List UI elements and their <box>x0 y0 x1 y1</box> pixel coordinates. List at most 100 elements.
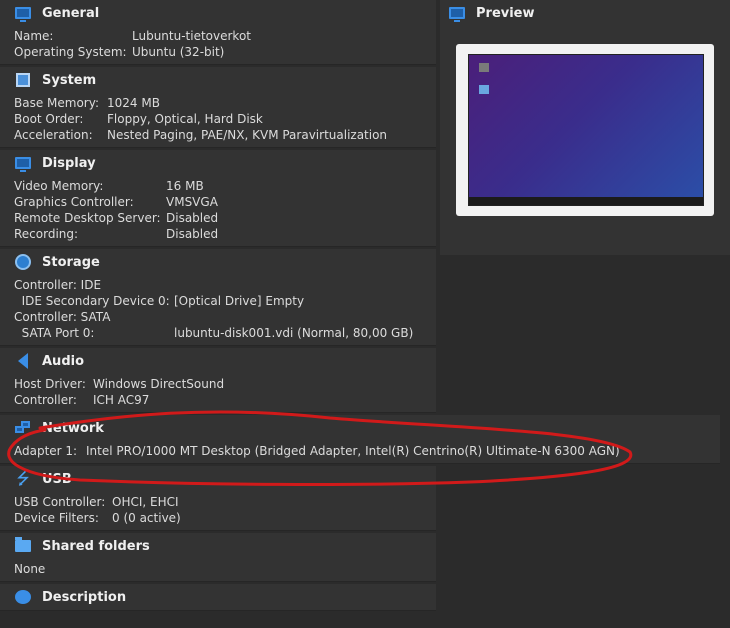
detail-value: VMSVGA <box>166 195 218 209</box>
detail-value: [Optical Drive] Empty <box>174 294 305 308</box>
detail-label: Operating System: <box>14 45 127 59</box>
detail-row: Device Filters: 0 (0 active) <box>14 510 436 526</box>
section-description-title: Description <box>42 589 127 605</box>
detail-value: 1024 MB <box>107 96 160 110</box>
section-usb-title: USB <box>42 471 72 487</box>
detail-value: Lubuntu-tietoverkot <box>132 29 252 43</box>
vm-preview-screen <box>468 54 704 206</box>
section-storage-header[interactable]: Storage <box>0 249 436 275</box>
detail-value: 16 MB <box>166 179 204 193</box>
section-description: Description <box>0 584 436 611</box>
section-general-title: General <box>42 5 100 21</box>
detail-row: Boot Order: Floppy, Optical, Hard Disk <box>14 111 436 127</box>
detail-label: Graphics Controller: <box>14 195 134 209</box>
vm-preview-frame[interactable] <box>456 44 714 216</box>
section-display-header[interactable]: Display <box>0 150 436 176</box>
detail-label: IDE Secondary Device 0: <box>14 294 170 308</box>
section-audio-title: Audio <box>42 353 85 369</box>
detail-value: ICH AC97 <box>93 393 150 407</box>
detail-row: Acceleration: Nested Paging, PAE/NX, KVM… <box>14 127 436 143</box>
detail-row: Video Memory: 16 MB <box>14 178 436 194</box>
section-general-header[interactable]: General <box>0 0 436 26</box>
section-audio: Audio Host Driver: Windows DirectSound C… <box>0 348 436 413</box>
usb-icon: ⭍ <box>16 469 30 488</box>
folder-icon <box>14 537 32 555</box>
detail-value: Windows DirectSound <box>93 377 225 391</box>
detail-label: Host Driver: <box>14 377 86 391</box>
section-preview-header[interactable]: Preview <box>440 0 730 26</box>
desktop-icon <box>479 63 489 72</box>
detail-row: IDE Secondary Device 0: [Optical Drive] … <box>14 293 436 309</box>
detail-label: Base Memory: <box>14 96 100 110</box>
detail-row: Graphics Controller: VMSVGA <box>14 194 436 210</box>
detail-label: Device Filters: <box>14 511 99 525</box>
detail-row: None <box>14 561 436 577</box>
detail-value: OHCI, EHCI <box>112 495 179 509</box>
detail-value: Disabled <box>166 211 219 225</box>
detail-row: Adapter 1: Intel PRO/1000 MT Desktop (Br… <box>14 443 720 459</box>
section-shared-folders: Shared folders None <box>0 533 436 582</box>
section-display-title: Display <box>42 155 96 171</box>
detail-value: Nested Paging, PAE/NX, KVM Paravirtualiz… <box>107 128 388 142</box>
section-preview-title: Preview <box>476 5 535 21</box>
section-system-header[interactable]: System <box>0 67 436 93</box>
detail-value: Disabled <box>166 227 219 241</box>
monitor-icon <box>14 4 32 22</box>
section-network-header[interactable]: Network <box>0 415 720 441</box>
monitor-icon <box>14 154 32 172</box>
detail-label: Controller: <box>14 393 77 407</box>
detail-label: Name: <box>14 29 54 43</box>
detail-label: USB Controller: <box>14 495 106 509</box>
section-usb: ⭍ USB USB Controller: OHCI, EHCI Device … <box>0 466 436 531</box>
detail-label: SATA Port 0: <box>14 326 95 340</box>
detail-label: Controller: SATA <box>14 310 111 324</box>
detail-label: Adapter 1: <box>14 444 78 458</box>
detail-row: USB Controller: OHCI, EHCI <box>14 494 436 510</box>
vm-taskbar <box>469 197 703 205</box>
section-system-title: System <box>42 72 97 88</box>
section-network-title: Network <box>42 420 104 436</box>
detail-label: Acceleration: <box>14 128 93 142</box>
section-network: Network Adapter 1: Intel PRO/1000 MT Des… <box>0 415 720 464</box>
detail-row: Controller: SATA <box>14 309 436 325</box>
detail-value: Ubuntu (32-bit) <box>132 45 225 59</box>
detail-value: 0 (0 active) <box>112 511 181 525</box>
detail-label: Remote Desktop Server: <box>14 211 161 225</box>
detail-value: Intel PRO/1000 MT Desktop (Bridged Adapt… <box>86 444 620 458</box>
section-audio-header[interactable]: Audio <box>0 348 436 374</box>
chip-icon <box>14 71 32 89</box>
section-storage: Storage Controller: IDE IDE Secondary De… <box>0 249 436 346</box>
section-shared-folders-title: Shared folders <box>42 538 150 554</box>
section-general: General Name: Lubuntu-tietoverkot Operat… <box>0 0 436 65</box>
section-usb-header[interactable]: ⭍ USB <box>0 466 436 492</box>
section-system: System Base Memory: 1024 MB Boot Order: … <box>0 67 436 148</box>
section-display: Display Video Memory: 16 MB Graphics Con… <box>0 150 436 247</box>
monitor-icon <box>448 4 466 22</box>
detail-row: Remote Desktop Server: Disabled <box>14 210 436 226</box>
section-preview: Preview <box>440 0 730 255</box>
detail-row: Operating System: Ubuntu (32-bit) <box>14 44 436 60</box>
section-storage-title: Storage <box>42 254 100 270</box>
detail-row: Name: Lubuntu-tietoverkot <box>14 28 436 44</box>
detail-value: Floppy, Optical, Hard Disk <box>107 112 263 126</box>
detail-label: Controller: IDE <box>14 278 102 292</box>
section-shared-folders-header[interactable]: Shared folders <box>0 533 436 559</box>
detail-row: Base Memory: 1024 MB <box>14 95 436 111</box>
network-icon <box>14 419 32 437</box>
detail-label: Video Memory: <box>14 179 104 193</box>
speech-bubble-icon <box>14 588 32 606</box>
detail-row: Controller: IDE <box>14 277 436 293</box>
detail-value: lubuntu-disk001.vdi (Normal, 80,00 GB) <box>174 326 414 340</box>
desktop-icon <box>479 85 489 94</box>
speaker-icon <box>14 352 32 370</box>
detail-label: Boot Order: <box>14 112 84 126</box>
disk-icon <box>14 253 32 271</box>
detail-row: Controller: ICH AC97 <box>14 392 436 408</box>
detail-row: SATA Port 0: lubuntu-disk001.vdi (Normal… <box>14 325 436 341</box>
detail-row: Recording: Disabled <box>14 226 436 242</box>
details-panel: General Name: Lubuntu-tietoverkot Operat… <box>0 0 720 613</box>
detail-label: None <box>14 562 46 576</box>
detail-row: Host Driver: Windows DirectSound <box>14 376 436 392</box>
section-description-header[interactable]: Description <box>0 584 436 610</box>
detail-label: Recording: <box>14 227 79 241</box>
